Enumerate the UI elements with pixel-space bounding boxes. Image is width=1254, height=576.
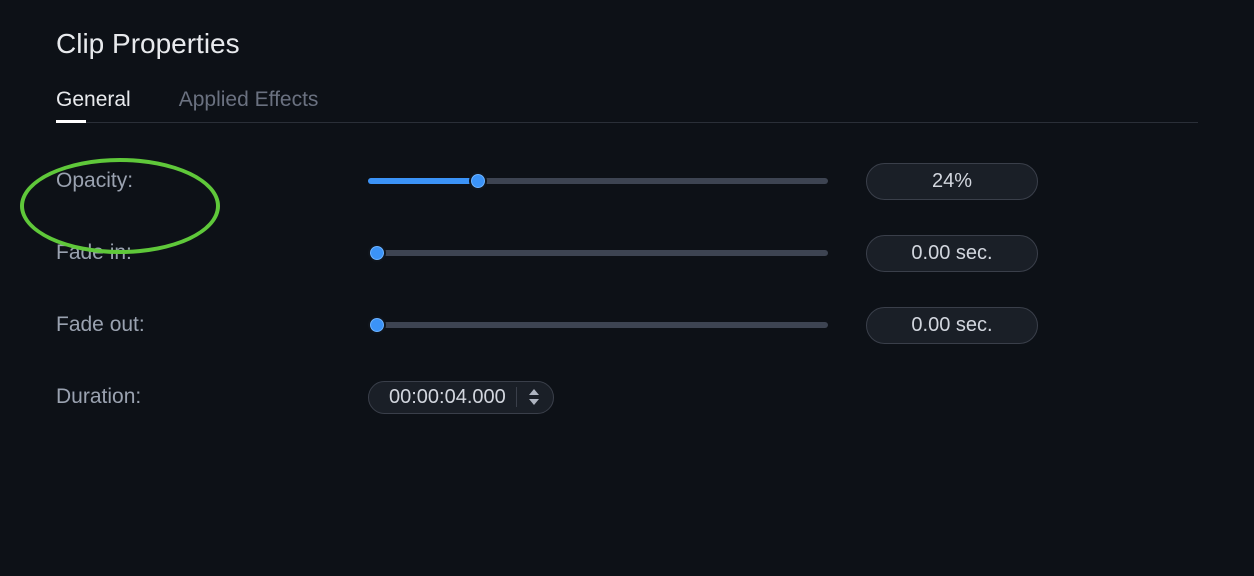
opacity-label: Opacity:	[56, 169, 368, 193]
tab-general[interactable]: General	[56, 88, 131, 122]
page-title: Clip Properties	[56, 28, 1198, 60]
tab-applied-effects[interactable]: Applied Effects	[179, 88, 319, 122]
fade-out-slider-thumb[interactable]	[368, 316, 386, 334]
duration-step-up[interactable]	[527, 387, 541, 397]
fade-out-slider[interactable]	[368, 322, 828, 328]
opacity-value[interactable]: 24%	[866, 163, 1038, 200]
duration-stepper[interactable]: 00:00:04.000	[368, 381, 554, 414]
duration-label: Duration:	[56, 385, 368, 409]
triangle-down-icon	[529, 399, 539, 405]
duration-value: 00:00:04.000	[389, 386, 516, 409]
opacity-slider[interactable]	[368, 178, 828, 184]
fade-in-value[interactable]: 0.00 sec.	[866, 235, 1038, 272]
duration-step-down[interactable]	[527, 397, 541, 407]
fade-in-label: Fade in:	[56, 241, 368, 265]
fade-out-label: Fade out:	[56, 313, 368, 337]
triangle-up-icon	[529, 389, 539, 395]
tabs: General Applied Effects	[56, 88, 1198, 123]
opacity-slider-fill	[368, 178, 478, 184]
fade-in-slider[interactable]	[368, 250, 828, 256]
opacity-slider-thumb[interactable]	[469, 172, 487, 190]
fade-out-value[interactable]: 0.00 sec.	[866, 307, 1038, 344]
fade-in-slider-thumb[interactable]	[368, 244, 386, 262]
